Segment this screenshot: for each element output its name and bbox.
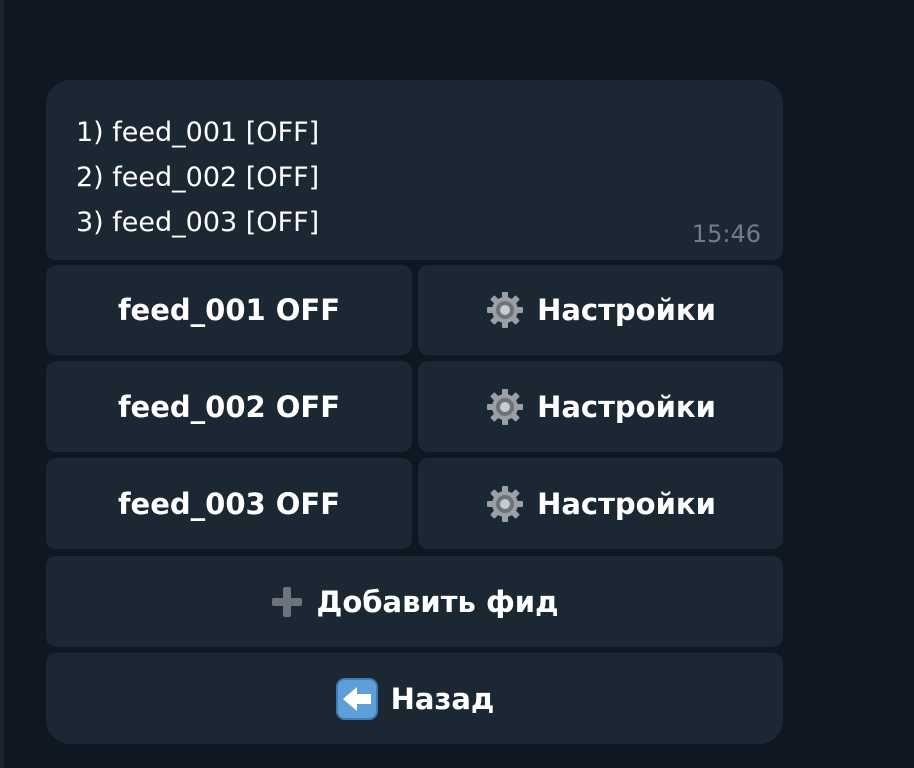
- message-bubble: 1) feed_001 [OFF] 2) feed_002 [OFF] 3) f…: [46, 80, 783, 260]
- add-feed-button[interactable]: Добавить фид: [46, 556, 783, 647]
- back-button[interactable]: Назад: [46, 653, 783, 744]
- message-time: 15:46: [691, 220, 761, 248]
- feed-001-settings-button[interactable]: Настройки: [418, 265, 783, 355]
- feed-003-settings-button[interactable]: Настройки: [418, 458, 783, 549]
- message-text: 1) feed_001 [OFF] 2) feed_002 [OFF] 3) f…: [76, 110, 319, 245]
- message-line: 2) feed_002 [OFF]: [76, 162, 320, 193]
- button-label: feed_003 OFF: [117, 486, 341, 521]
- button-label: Добавить фид: [316, 584, 559, 619]
- feed-002-settings-button[interactable]: Настройки: [418, 361, 783, 452]
- button-label: feed_002 OFF: [117, 389, 341, 424]
- message-line: 3) feed_003 [OFF]: [76, 207, 320, 238]
- gear-icon: [487, 388, 524, 425]
- button-label: Назад: [390, 681, 495, 716]
- feed-001-toggle-button[interactable]: feed_001 OFF: [46, 265, 412, 355]
- message-line: 1) feed_001 [OFF]: [76, 117, 320, 148]
- chat-left-border: [0, 0, 4, 768]
- button-label: feed_001 OFF: [117, 293, 341, 327]
- gear-icon: [487, 292, 524, 328]
- button-label: Настройки: [537, 486, 716, 521]
- button-label: Настройки: [537, 293, 716, 327]
- plus-icon: [271, 586, 302, 617]
- button-label: Настройки: [537, 389, 716, 424]
- feed-003-toggle-button[interactable]: feed_003 OFF: [46, 458, 412, 549]
- gear-icon: [487, 485, 524, 522]
- feed-002-toggle-button[interactable]: feed_002 OFF: [46, 361, 412, 452]
- left-arrow-icon: [335, 677, 378, 720]
